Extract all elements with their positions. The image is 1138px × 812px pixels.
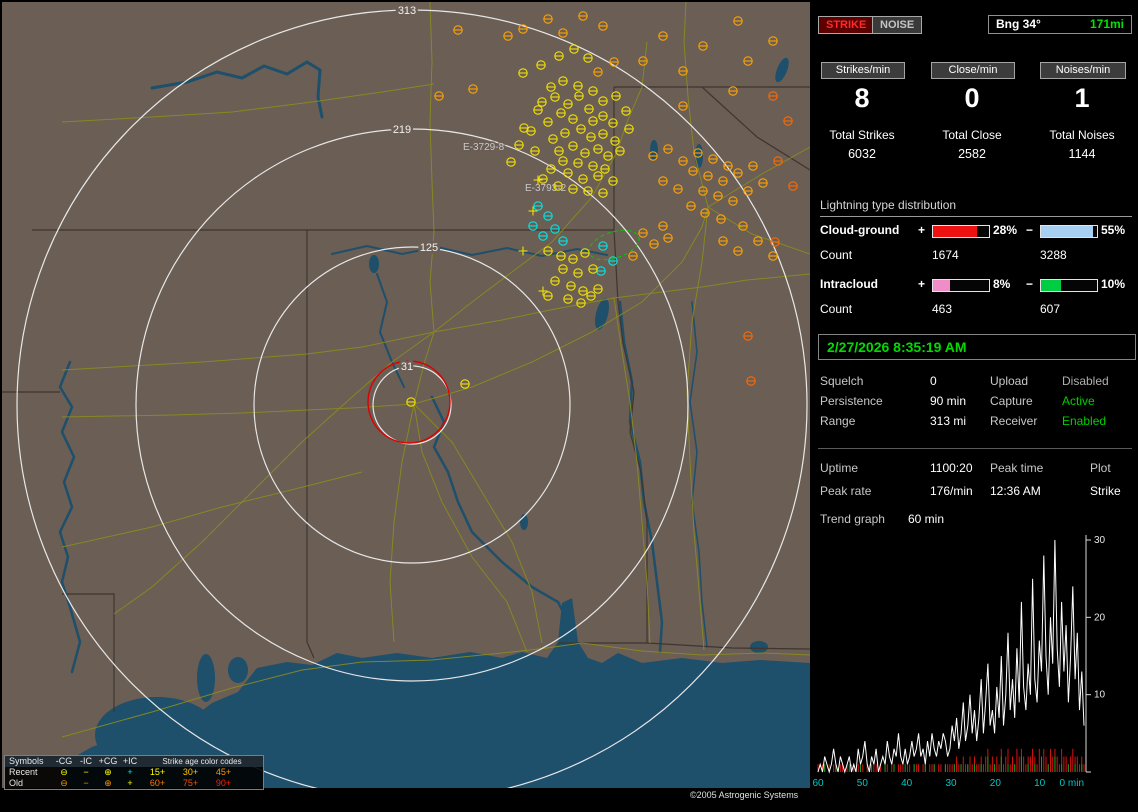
receiver-label: Receiver <box>990 414 1038 428</box>
uptime-label: Uptime <box>820 461 859 475</box>
trend-graph-window: 60 min <box>908 512 945 526</box>
svg-text:50: 50 <box>857 778 869 789</box>
distribution-title: Lightning type distribution <box>820 198 1132 217</box>
legend-row-recent: Recent ⊖ − ⊕ +15+ 30+ 45+ <box>9 767 232 777</box>
datetime-readout: 2/27/2026 8:35:19 AM <box>818 334 1136 360</box>
svg-text:30: 30 <box>945 778 957 789</box>
svg-text:60: 60 <box>812 778 824 789</box>
ic-minus-bar <box>1040 279 1098 292</box>
legend-symbols-title: Symbols <box>9 756 44 766</box>
ic-minus-count: 607 <box>1040 302 1061 316</box>
capture-value: Active <box>1062 394 1095 408</box>
ic-plus-count: 463 <box>932 302 953 316</box>
cg-count-row: Count 1674 3288 <box>812 248 1138 265</box>
squelch-value: 0 <box>930 374 937 388</box>
bearing-label: Bng 34° <box>996 17 1041 31</box>
ic-plus-bar <box>932 279 990 292</box>
divider <box>818 448 1132 449</box>
strikes-per-min-box[interactable]: Strikes/min <box>821 62 905 79</box>
strikes-per-min-value: 8 <box>854 83 870 113</box>
intracloud-row: Intracloud + 8% − 10% <box>812 277 1138 294</box>
uptime-value: 1100:20 <box>930 461 973 475</box>
strike-toggle-button[interactable]: STRIKE <box>818 16 875 34</box>
svg-text:31: 31 <box>401 361 413 373</box>
legend-header: Symbols -CG -IC +CG +IC Strike age color… <box>5 756 263 767</box>
cg-minus-bar <box>1040 225 1098 238</box>
trend-graph-label: Trend graph <box>820 512 885 526</box>
bearing-readout: Bng 34° 171mi <box>988 15 1132 34</box>
svg-text:10: 10 <box>1034 778 1046 789</box>
svg-text:20: 20 <box>990 778 1002 789</box>
cg-plus-pct: 28% <box>993 223 1018 237</box>
close-per-min-value: 0 <box>964 83 980 113</box>
map-canvas: 313 219 125 31 E-3729-8 E-3793-2 <box>2 2 810 788</box>
cg-plus-count: 1674 <box>932 248 959 262</box>
upload-label: Upload <box>990 374 1029 388</box>
peak-time-label: Peak time <box>990 461 1044 475</box>
trend-graph: 10 20 30 60 50 40 30 20 10 0 min <box>812 535 1106 789</box>
ic-plus-pct: 8% <box>993 277 1011 291</box>
cg-plus-bar <box>932 225 990 238</box>
receiver-value: Enabled <box>1062 414 1107 428</box>
ic-count-row: Count 463 607 <box>812 302 1138 319</box>
cloud-ground-row: Cloud-ground + 28% − 55% <box>812 223 1138 240</box>
peak-rate-value: 176/min <box>930 484 973 498</box>
range-value: 313 mi <box>930 414 967 428</box>
persistence-label: Persistence <box>820 394 883 408</box>
map-legend: Symbols -CG -IC +CG +IC Strike age color… <box>4 755 264 790</box>
plot-label: Plot <box>1090 461 1111 475</box>
bearing-distance: 171mi <box>1089 17 1124 31</box>
cg-minus-pct: 55% <box>1101 223 1126 237</box>
lightning-map[interactable]: 313 219 125 31 E-3729-8 E-3793-2 Symbols -CG… <box>2 2 810 790</box>
svg-text:40: 40 <box>901 778 913 789</box>
intracloud-label: Intracloud <box>820 277 879 291</box>
copyright-text: ©2005 Astrogenic Systems <box>690 790 799 800</box>
svg-text:E-3793-2: E-3793-2 <box>525 183 567 194</box>
close-per-min-box[interactable]: Close/min <box>931 62 1015 79</box>
noises-per-min-value: 1 <box>1074 83 1090 113</box>
total-close-value: 2582 <box>958 147 986 161</box>
persistence-value: 90 min <box>930 394 967 408</box>
svg-text:20: 20 <box>1094 612 1106 623</box>
noises-per-min-box[interactable]: Noises/min <box>1040 62 1126 79</box>
plot-value: Strike <box>1090 484 1121 498</box>
plus-sign: + <box>918 277 926 291</box>
cloud-ground-label: Cloud-ground <box>820 223 900 237</box>
plus-sign: + <box>918 223 926 237</box>
upload-value: Disabled <box>1062 374 1109 388</box>
legend-row-old: Old ⊖ − ⊕ +60+ 75+ 90+ <box>9 778 232 788</box>
svg-text:219: 219 <box>393 124 411 136</box>
svg-text:10: 10 <box>1094 690 1106 701</box>
ic-minus-pct: 10% <box>1101 277 1126 291</box>
legend-col-pcg: +CG <box>98 756 118 766</box>
minus-sign: − <box>1026 223 1034 237</box>
total-noises-label: Total Noises <box>1049 128 1115 142</box>
map-geography <box>2 2 810 788</box>
minus-sign: − <box>1026 277 1034 291</box>
peak-rate-label: Peak rate <box>820 484 872 498</box>
total-noises-value: 1144 <box>1068 147 1096 161</box>
legend-age-title: Strike age color codes <box>162 757 242 766</box>
svg-text:E-3729-8: E-3729-8 <box>463 142 505 153</box>
noise-toggle-button[interactable]: NOISE <box>872 16 923 34</box>
total-strikes-value: 6032 <box>848 147 876 161</box>
status-panel: STRIKE NOISE Bng 34° 171mi Strikes/min C… <box>812 0 1138 812</box>
nexstorm-app: { "window": { "copyright": "©2005 Astrog… <box>0 0 1138 812</box>
legend-col-pic: +IC <box>122 756 138 766</box>
peak-time-value: 12:36 AM <box>990 484 1041 498</box>
legend-col-nic: -IC <box>80 756 92 766</box>
count-label: Count <box>820 248 853 262</box>
legend-col-ncg: -CG <box>55 756 73 766</box>
cg-minus-count: 3288 <box>1040 248 1067 262</box>
total-close-label: Total Close <box>942 128 1002 142</box>
total-strikes-label: Total Strikes <box>829 128 895 142</box>
svg-text:0 min: 0 min <box>1060 778 1084 789</box>
svg-text:30: 30 <box>1094 535 1106 546</box>
svg-text:313: 313 <box>398 5 416 17</box>
capture-label: Capture <box>990 394 1033 408</box>
count-label: Count <box>820 302 853 316</box>
svg-text:125: 125 <box>420 242 438 254</box>
squelch-label: Squelch <box>820 374 864 388</box>
range-label: Range <box>820 414 856 428</box>
